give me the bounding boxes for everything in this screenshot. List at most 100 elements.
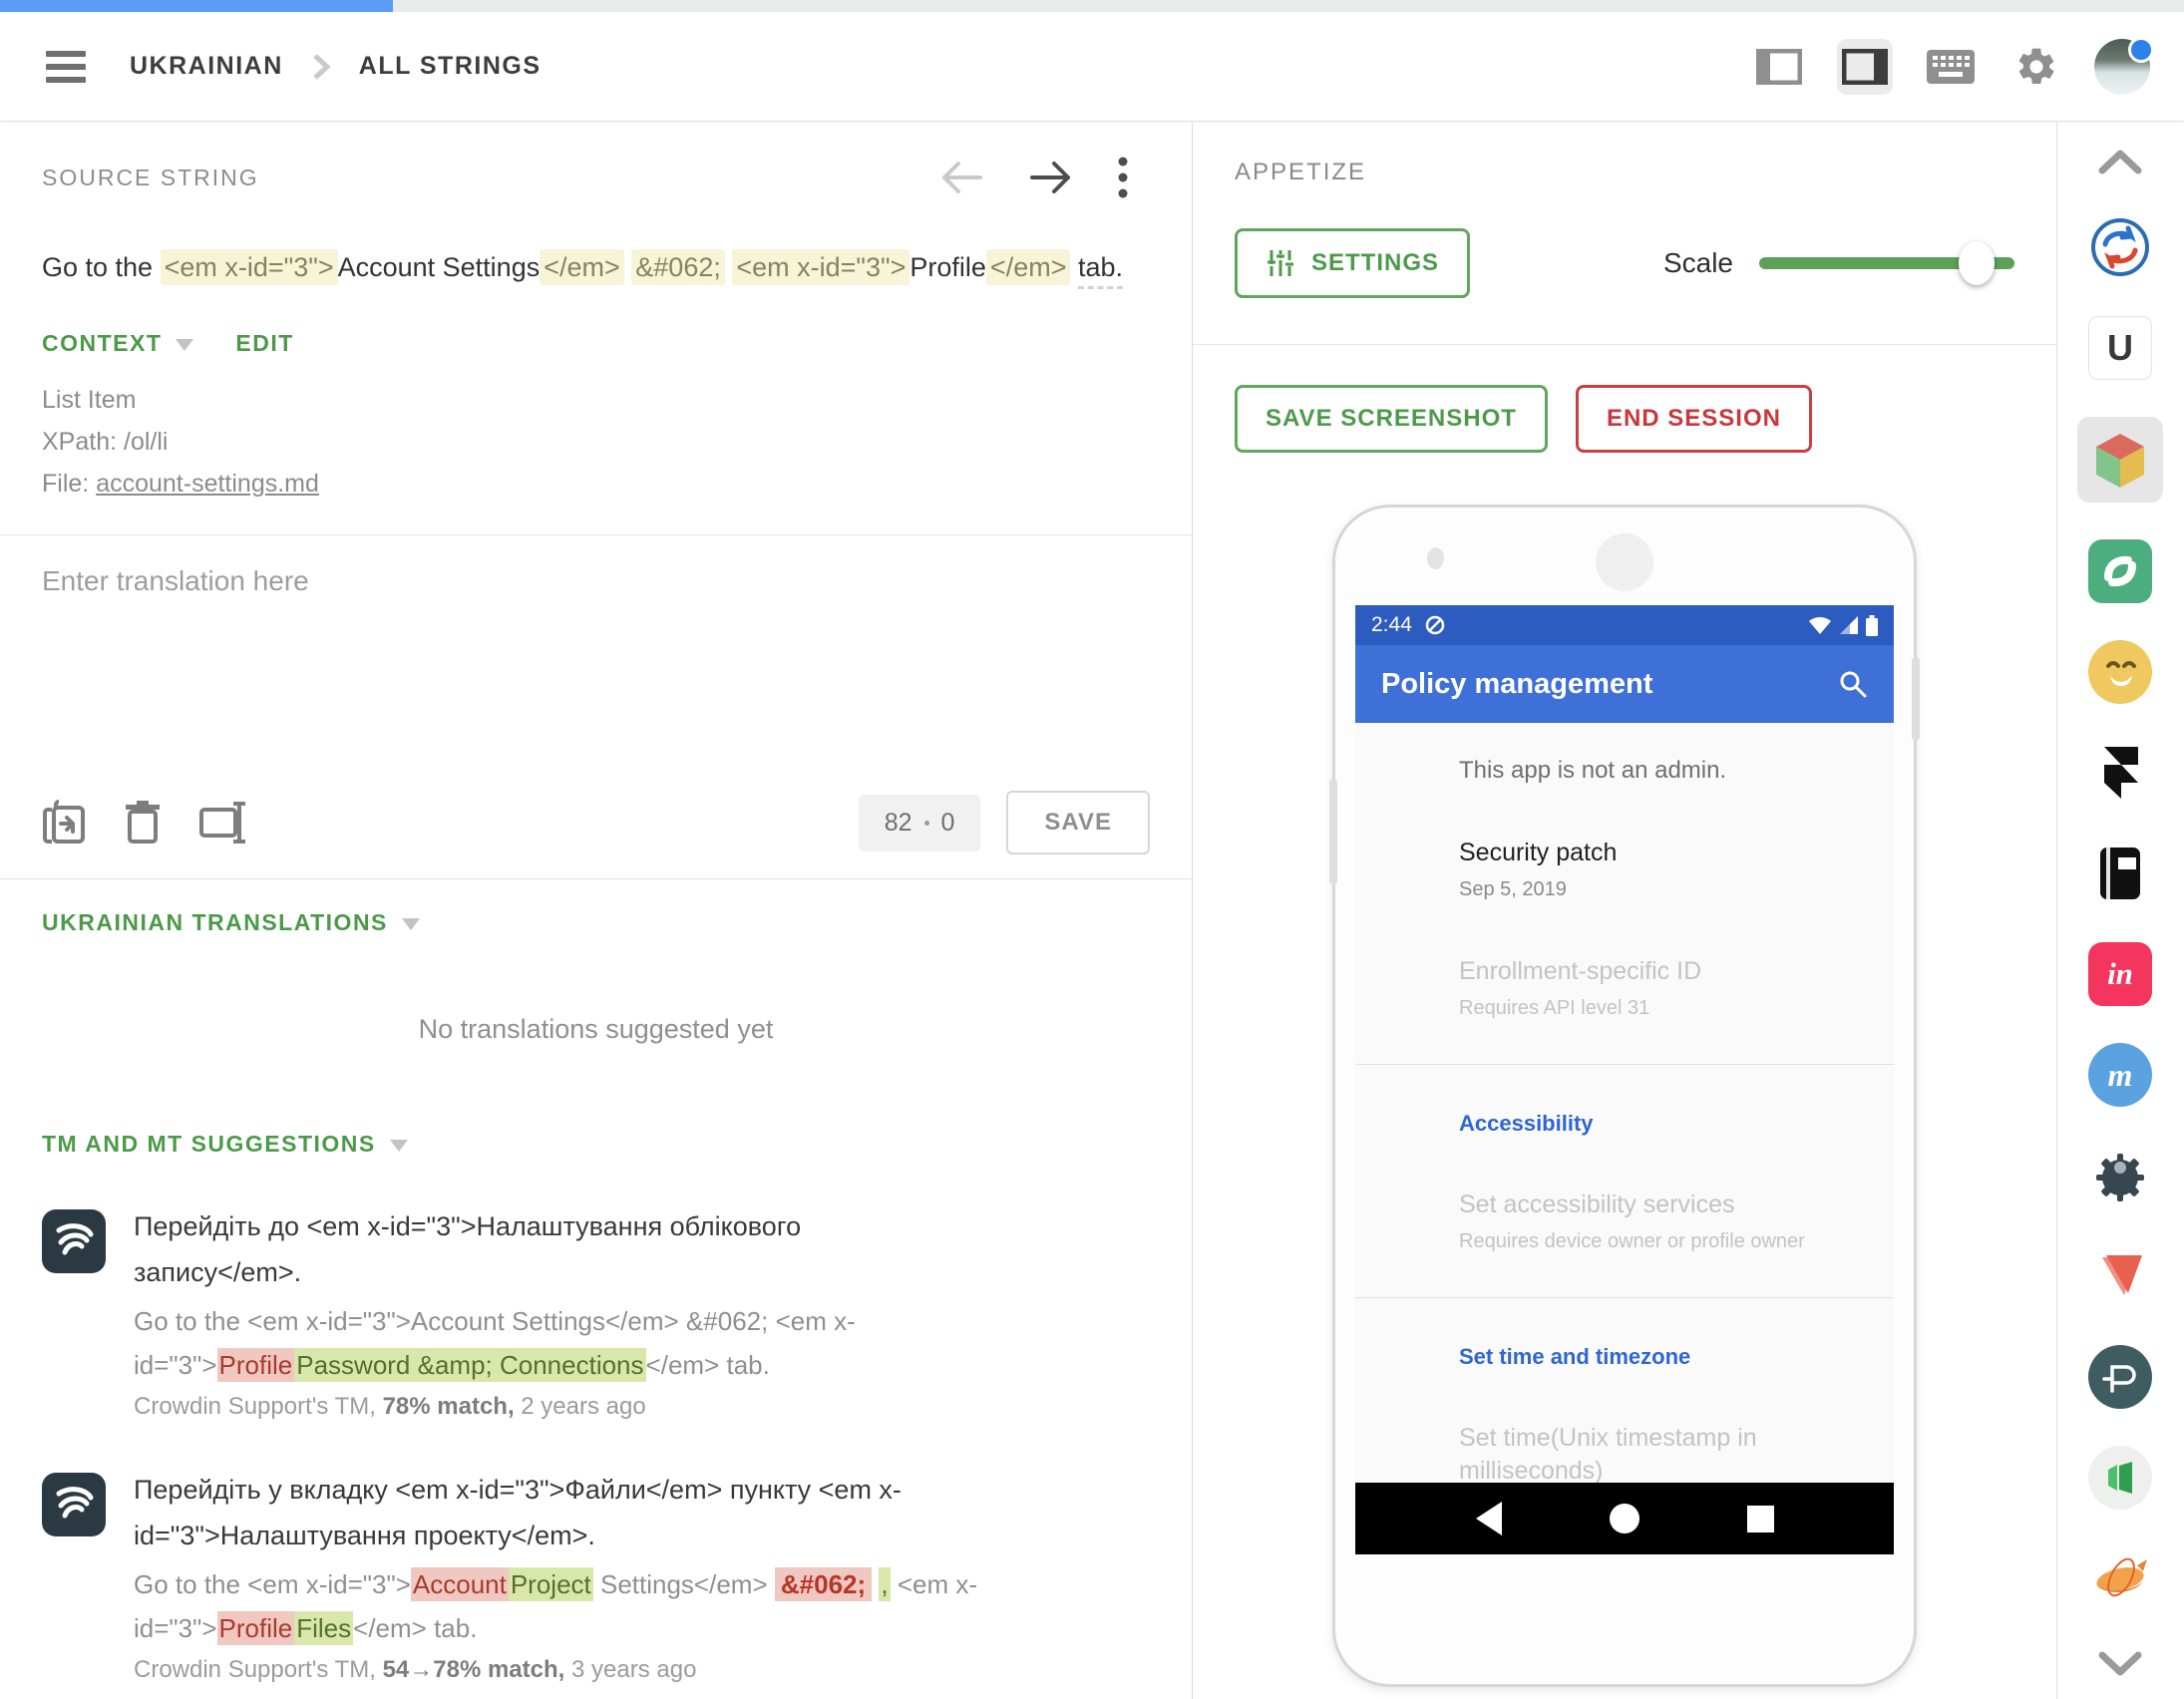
smiley-icon[interactable] <box>2088 640 2152 704</box>
tm-suggestions-toggle[interactable]: TM AND MT SUGGESTIONS <box>42 1131 376 1158</box>
search-icon[interactable] <box>1838 669 1868 699</box>
tm-source-icon <box>42 1473 106 1536</box>
phone-list-item[interactable]: Enrollment-specific IDRequires API level… <box>1459 955 1838 1022</box>
breadcrumb-filter[interactable]: ALL STRINGS <box>359 52 542 81</box>
phone-list: This app is not an admin.Security patchS… <box>1355 723 1894 1483</box>
phone-list-divider <box>1355 1297 1894 1298</box>
phone-list-divider <box>1355 1064 1894 1065</box>
keyboard-icon[interactable] <box>1923 39 1979 95</box>
translation-input[interactable]: Enter translation here <box>42 565 1150 597</box>
appetize-panel: APPETIZE SETTINGS Scale SAVE SCREENSHOT … <box>1193 123 2057 1699</box>
copy-source-icon[interactable] <box>42 800 86 846</box>
device-preview: 2:44 Policy management This app is not a… <box>1332 505 1917 1687</box>
context-block: CONTEXT EDIT List Item XPath: /ol/li Fil… <box>42 330 1150 505</box>
phone-section-header: Set time and timezone <box>1459 1344 1838 1370</box>
medium-icon[interactable] <box>2088 1446 2152 1510</box>
tm-suggestion-1[interactable]: Перейдіть до <em x-id="3">Налаштування о… <box>42 1203 1150 1421</box>
scale-label: Scale <box>1663 247 1733 279</box>
red-arrow-icon[interactable] <box>2088 1244 2152 1308</box>
context-line-1: List Item <box>42 379 1150 421</box>
notebook-icon[interactable] <box>2088 842 2152 905</box>
save-screenshot-button[interactable]: SAVE SCREENSHOT <box>1235 385 1548 453</box>
translation-editor-section: Enter translation here 820 SAVE <box>0 535 1192 879</box>
back-icon[interactable] <box>1476 1502 1502 1535</box>
source-string-text: Go to the <em x-id="3">Account Settings<… <box>42 244 1149 290</box>
machine-translation-sync-icon[interactable] <box>2088 215 2152 279</box>
phone-section-header: Accessibility <box>1459 1111 1838 1137</box>
previous-string-icon[interactable] <box>938 160 984 195</box>
integrations-sidebar: U in m <box>2057 123 2183 1699</box>
select-text-icon[interactable] <box>199 800 249 846</box>
invision-icon[interactable]: in <box>2088 942 2152 1006</box>
source-string-section: SOURCE STRING Go to the <em x-id="3">Acc… <box>0 123 1192 535</box>
proto-p-icon[interactable] <box>2088 1345 2152 1409</box>
chevron-down-icon[interactable] <box>2088 1647 2152 1681</box>
scale-slider-thumb[interactable] <box>1959 241 1995 285</box>
menu-icon[interactable] <box>40 47 92 87</box>
home-icon[interactable] <box>1610 1504 1639 1533</box>
zeplin-icon[interactable] <box>2088 1546 2152 1610</box>
suggestion-meta: Crowdin Support's TM, 78% match, 2 years… <box>134 1393 1001 1421</box>
context-file-link[interactable]: account-settings.md <box>96 470 319 498</box>
front-camera <box>1427 547 1444 569</box>
divider <box>1193 344 2056 345</box>
suggestion-target-text: Перейдіть до <em x-id="3">Налаштування о… <box>134 1203 911 1295</box>
phone-list-item[interactable]: Set time(Unix timestamp in milliseconds)… <box>1459 1422 1838 1483</box>
suggestion-source-diff: Go to the <em x-id="3">AccountProject Se… <box>134 1562 1001 1650</box>
suggestion-target-text: Перейдіть у вкладку <em x-id="3">Файли</… <box>134 1467 911 1558</box>
tm-suggestions-section: TM AND MT SUGGESTIONS Перейдіть до <em x… <box>0 1131 1192 1684</box>
tm-suggestion-2[interactable]: Перейдіть у вкладку <em x-id="3">Файли</… <box>42 1467 1150 1684</box>
next-string-icon[interactable] <box>1028 160 1074 195</box>
status-bar: 2:44 <box>1355 605 1894 645</box>
android-nav-bar <box>1355 1483 1894 1554</box>
translation-panel: SOURCE STRING Go to the <em x-id="3">Acc… <box>0 123 1193 1699</box>
volume-button <box>1329 779 1337 884</box>
letter-u-icon[interactable]: U <box>2088 316 2152 380</box>
battery-icon <box>1866 615 1878 636</box>
end-session-button[interactable]: END SESSION <box>1576 385 1812 453</box>
phone-list-item[interactable]: Security patchSep 5, 2019 <box>1459 837 1838 903</box>
tune-icon <box>1266 248 1295 278</box>
chevron-right-icon <box>311 52 331 82</box>
context-toggle[interactable]: CONTEXT <box>42 330 162 357</box>
mine-icon[interactable] <box>2088 1144 2152 1207</box>
delete-icon[interactable] <box>124 800 162 846</box>
settings-button[interactable]: SETTINGS <box>1235 228 1470 298</box>
appetize-cube-icon[interactable] <box>2077 417 2163 503</box>
source-string-label: SOURCE STRING <box>42 165 259 191</box>
chevron-up-icon[interactable] <box>2088 145 2152 178</box>
top-header: UKRAINIAN ALL STRINGS <box>0 12 2184 122</box>
app-bar-title: Policy management <box>1381 668 1652 701</box>
gear-icon[interactable] <box>2008 39 2064 95</box>
translations-toggle[interactable]: UKRAINIAN TRANSLATIONS <box>42 909 388 936</box>
panel-right-icon[interactable] <box>1837 39 1893 95</box>
session-progress-bar <box>0 0 2184 12</box>
session-progress-fill <box>0 0 393 12</box>
context-edit-button[interactable]: EDIT <box>235 330 293 357</box>
chevron-down-icon[interactable] <box>176 339 193 351</box>
wifi-icon <box>1808 615 1832 635</box>
breadcrumb: UKRAINIAN ALL STRINGS <box>130 52 542 82</box>
power-button <box>1912 657 1920 741</box>
scale-slider[interactable] <box>1759 257 2014 269</box>
marvel-icon[interactable]: m <box>2088 1043 2152 1107</box>
framer-icon[interactable] <box>2088 741 2152 805</box>
chevron-down-icon[interactable] <box>402 918 420 930</box>
panel-left-icon[interactable] <box>1751 39 1807 95</box>
context-file-line: File: account-settings.md <box>42 463 1150 505</box>
no-translations-message: No translations suggested yet <box>42 1014 1150 1045</box>
app-bar: Policy management <box>1355 645 1894 723</box>
breadcrumb-language[interactable]: UKRAINIAN <box>130 52 283 81</box>
status-time: 2:44 <box>1371 613 1412 637</box>
signal-icon <box>1838 615 1860 635</box>
recents-icon[interactable] <box>1747 1506 1774 1532</box>
char-counter: 820 <box>859 795 981 851</box>
kebab-menu-icon[interactable] <box>1118 157 1128 198</box>
appetize-title: APPETIZE <box>1193 123 2056 186</box>
green-capture-icon[interactable] <box>2088 539 2152 603</box>
phone-list-item[interactable]: Set accessibility servicesRequires devic… <box>1459 1189 1838 1255</box>
chevron-down-icon[interactable] <box>390 1140 408 1152</box>
device-screen[interactable]: 2:44 Policy management This app is not a… <box>1355 605 1894 1554</box>
avatar[interactable] <box>2094 39 2150 95</box>
save-button[interactable]: SAVE <box>1006 791 1150 854</box>
